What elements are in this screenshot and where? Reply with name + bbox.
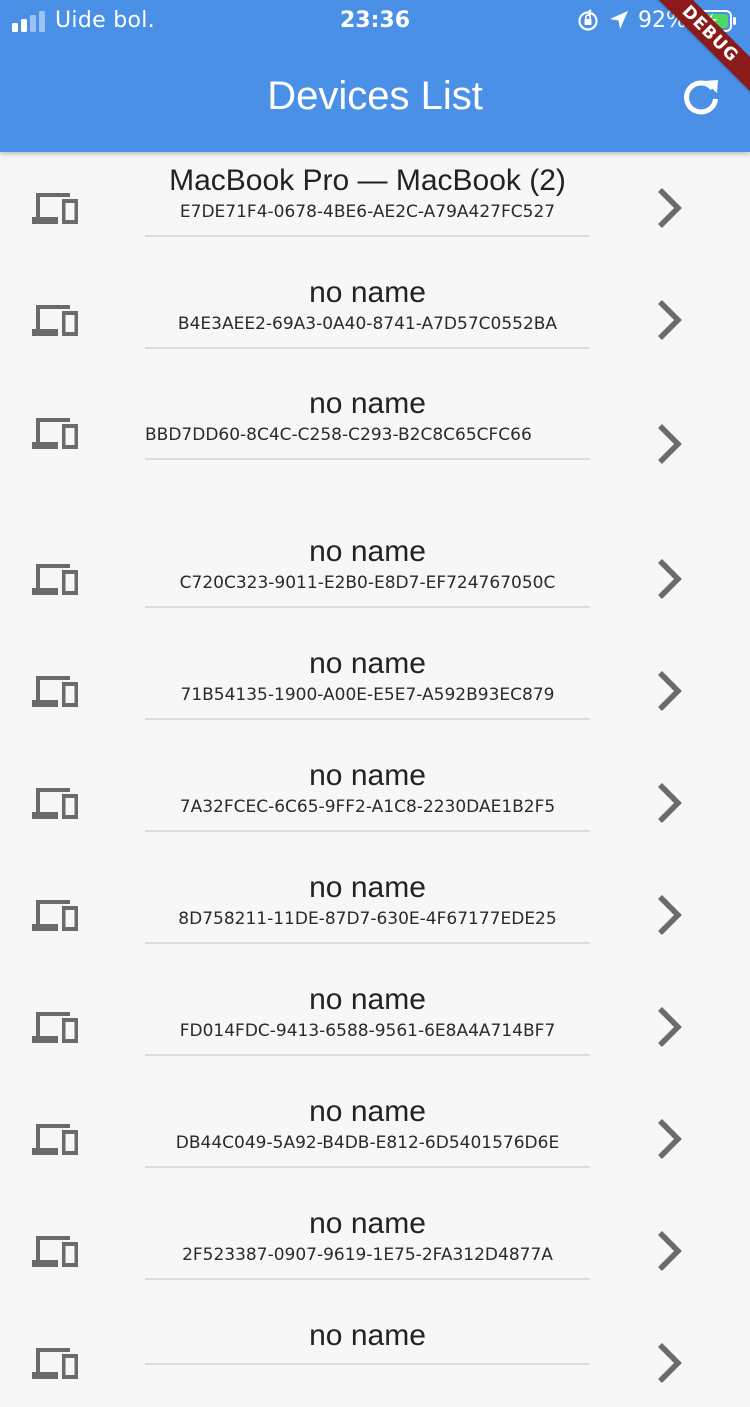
device-text: no name C720C323-9011-E2B0-E8D7-EF724767… [145, 531, 590, 608]
device-text: MacBook Pro — MacBook (2) E7DE71F4-0678-… [145, 160, 590, 237]
chevron-right-icon [658, 424, 682, 464]
device-name: MacBook Pro — MacBook (2) [169, 164, 566, 197]
device-row[interactable]: MacBook Pro — MacBook (2) E7DE71F4-0678-… [0, 152, 750, 264]
devices-icon [32, 788, 78, 819]
device-text: no name FD014FDC-9413-6588-9561-6E8A4A71… [145, 979, 590, 1056]
device-name: no name [309, 1319, 426, 1352]
devices-icon [32, 900, 78, 931]
device-id: C720C323-9011-E2B0-E8D7-EF724767050C [179, 573, 556, 593]
status-bar: Uide bol. 23:36 92% [0, 0, 750, 42]
device-row[interactable]: no name BBD7DD60-8C4C-C258-C293-B2C8C65C… [0, 376, 750, 511]
device-row[interactable]: no name [0, 1295, 750, 1407]
device-id: E7DE71F4-0678-4BE6-AE2C-A79A427FC527 [179, 202, 556, 222]
device-row[interactable]: no name 7A32FCEC-6C65-9FF2-A1C8-2230DAE1… [0, 735, 750, 847]
devices-icon [32, 418, 78, 449]
devices-icon [32, 1236, 78, 1267]
device-text: no name 2F523387-0907-9619-1E75-2FA312D4… [145, 1203, 590, 1280]
device-text: no name DB44C049-5A92-B4DB-E812-6D540157… [145, 1091, 590, 1168]
device-name: no name [309, 647, 426, 680]
device-id: 8D758211-11DE-87D7-630E-4F67177EDE25 [178, 909, 557, 929]
devices-icon [32, 676, 78, 707]
devices-icon [32, 193, 78, 224]
device-name: no name [309, 871, 426, 904]
device-id: 71B54135-1900-A00E-E5E7-A592B93EC879 [180, 685, 555, 705]
device-name: no name [309, 276, 426, 309]
device-id: DB44C049-5A92-B4DB-E812-6D5401576D6E [175, 1133, 560, 1153]
device-id: B4E3AEE2-69A3-0A40-8741-A7D57C0552BA [177, 314, 558, 334]
device-name: no name [309, 1095, 426, 1128]
chevron-right-icon [658, 895, 682, 935]
device-name: no name [309, 759, 426, 792]
chevron-right-icon [658, 671, 682, 711]
orientation-lock-icon [578, 9, 598, 31]
device-name: no name [309, 535, 426, 568]
devices-icon [32, 564, 78, 595]
devices-icon [32, 1012, 78, 1043]
device-name: no name [309, 983, 426, 1016]
device-row[interactable]: no name 8D758211-11DE-87D7-630E-4F67177E… [0, 847, 750, 959]
device-list: MacBook Pro — MacBook (2) E7DE71F4-0678-… [0, 152, 750, 1407]
device-text: no name 7A32FCEC-6C65-9FF2-A1C8-2230DAE1… [145, 755, 590, 832]
device-row[interactable]: no name C720C323-9011-E2B0-E8D7-EF724767… [0, 511, 750, 623]
device-id: 7A32FCEC-6C65-9FF2-A1C8-2230DAE1B2F5 [179, 797, 556, 817]
device-name: no name [309, 387, 426, 420]
chevron-right-icon [658, 559, 682, 599]
device-row[interactable]: no name B4E3AEE2-69A3-0A40-8741-A7D57C05… [0, 264, 750, 376]
device-text: no name 71B54135-1900-A00E-E5E7-A592B93E… [145, 643, 590, 720]
device-id: BBD7DD60-8C4C-C258-C293-B2C8C65CFC66 [145, 425, 532, 445]
chevron-right-icon [658, 1343, 682, 1383]
page-title: Devices List [267, 74, 483, 118]
device-row[interactable]: no name 71B54135-1900-A00E-E5E7-A592B93E… [0, 623, 750, 735]
device-row[interactable]: no name DB44C049-5A92-B4DB-E812-6D540157… [0, 1071, 750, 1183]
device-row[interactable]: no name 2F523387-0907-9619-1E75-2FA312D4… [0, 1183, 750, 1295]
device-id: 2F523387-0907-9619-1E75-2FA312D4877A [182, 1245, 553, 1265]
chevron-right-icon [658, 300, 682, 340]
device-text: no name BBD7DD60-8C4C-C258-C293-B2C8C65C… [145, 383, 590, 460]
device-text: no name B4E3AEE2-69A3-0A40-8741-A7D57C05… [145, 272, 590, 349]
refresh-icon[interactable] [678, 74, 724, 120]
chevron-right-icon [658, 1007, 682, 1047]
chevron-right-icon [658, 1231, 682, 1271]
devices-icon [32, 305, 78, 336]
device-text: no name [145, 1315, 590, 1365]
app-bar: Uide bol. 23:36 92% Devices List [0, 0, 750, 152]
location-arrow-icon [610, 11, 628, 29]
device-name: no name [309, 1207, 426, 1240]
chevron-right-icon [658, 783, 682, 823]
devices-icon [32, 1124, 78, 1155]
chevron-right-icon [658, 1119, 682, 1159]
device-text: no name 8D758211-11DE-87D7-630E-4F67177E… [145, 867, 590, 944]
device-row[interactable]: no name FD014FDC-9413-6588-9561-6E8A4A71… [0, 959, 750, 1071]
devices-icon [32, 1348, 78, 1379]
chevron-right-icon [658, 188, 682, 228]
device-id: FD014FDC-9413-6588-9561-6E8A4A714BF7 [179, 1021, 556, 1041]
